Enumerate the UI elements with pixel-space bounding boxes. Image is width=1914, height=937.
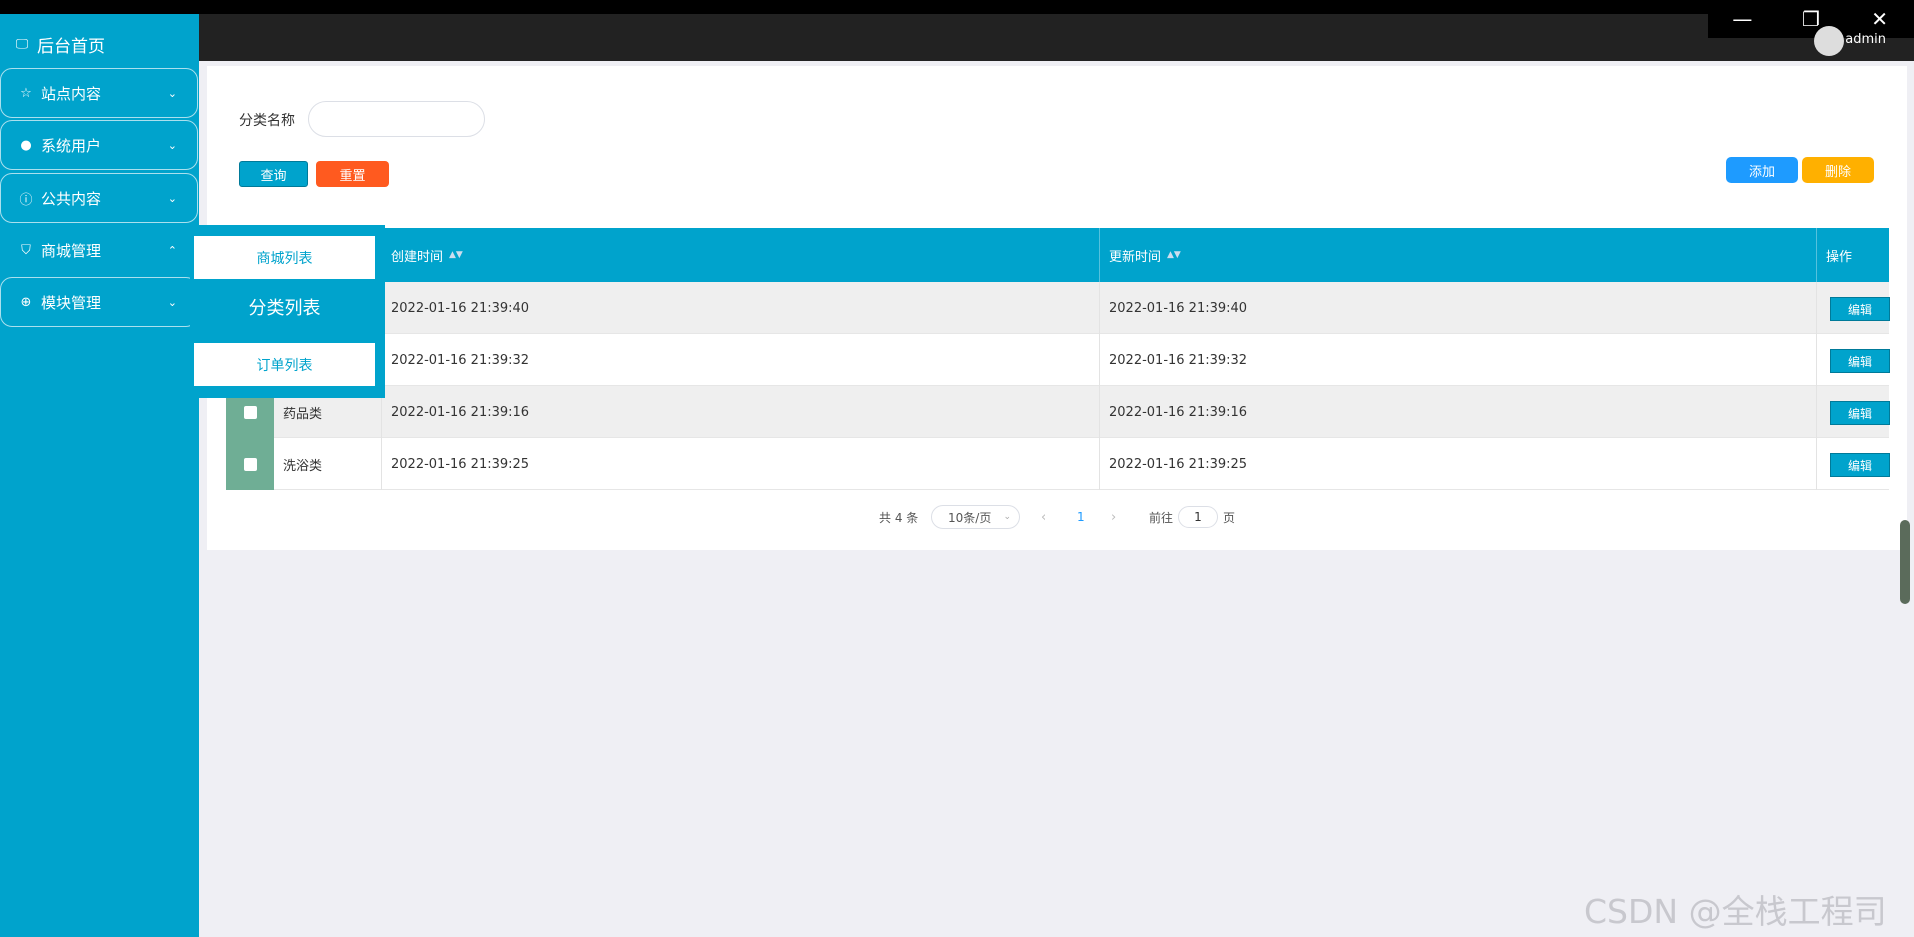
table-header: 创建时间 ▲▼ 更新时间 ▲▼ 操作	[226, 228, 1889, 282]
sidebar-item-label: 系统用户	[41, 136, 102, 155]
query-button[interactable]: 查询	[239, 161, 308, 187]
scrollbar-thumb[interactable]	[1900, 520, 1910, 604]
submenu-item-category-list[interactable]: 分类列表	[194, 287, 375, 327]
sidebar-item-label: 公共内容	[41, 189, 102, 208]
bag-icon: ⛉	[21, 242, 31, 258]
row-checkbox[interactable]	[243, 457, 257, 471]
pagination-total: 共 4 条	[879, 510, 919, 525]
category-name-input[interactable]	[308, 101, 485, 137]
updated-cell: 2022-01-16 21:39:32	[1100, 334, 1817, 386]
header-updated[interactable]: 更新时间 ▲▼	[1100, 228, 1817, 282]
minimize-icon[interactable]: —	[1708, 0, 1777, 38]
chevron-down-icon: ⌄	[167, 191, 177, 205]
submenu-item-mall-list[interactable]: 商城列表	[194, 236, 375, 279]
chevron-down-icon: ⌄	[167, 295, 177, 309]
edit-button[interactable]: 编辑	[1830, 401, 1890, 425]
chevron-down-icon: ⌄	[167, 138, 177, 152]
monitor-icon: 🖵	[15, 37, 29, 52]
header-action-label: 操作	[1826, 249, 1853, 265]
goto-label: 前往	[1149, 510, 1174, 525]
row-checkbox[interactable]	[243, 405, 257, 419]
plus-circle-icon: ⊕	[20, 294, 32, 310]
edit-button[interactable]: 编辑	[1830, 297, 1890, 321]
table-row: 2022-01-16 21:39:32 2022-01-16 21:39:32 …	[226, 334, 1890, 386]
username[interactable]: admin	[1845, 32, 1886, 47]
prev-page-icon[interactable]: ‹	[1041, 506, 1046, 528]
page-size-label: 10条/页	[948, 510, 992, 525]
add-button[interactable]: 添加	[1726, 157, 1798, 183]
page-number-current[interactable]: 1	[1077, 506, 1085, 528]
sidebar: 🖵 后台首页 ☆ 站点内容 ⌄ ● 系统用户 ⌄ ⓘ 公共内容 ⌄ ⛉ 商城管理…	[0, 14, 199, 937]
sidebar-item-label: 模块管理	[41, 293, 102, 312]
top-strip	[0, 0, 1914, 14]
sidebar-item-public-content[interactable]: ⓘ 公共内容 ⌄	[0, 173, 198, 223]
sort-icon[interactable]: ▲▼	[449, 250, 463, 260]
search-label: 分类名称	[239, 113, 295, 129]
page-size-select[interactable]: 10条/页 ⌄	[931, 505, 1020, 529]
submenu-item-order-list[interactable]: 订单列表	[194, 343, 375, 386]
row-checkbox-cell	[226, 438, 274, 490]
star-icon: ☆	[20, 85, 32, 101]
sidebar-home-label: 后台首页	[37, 37, 105, 57]
sidebar-item-site-content[interactable]: ☆ 站点内容 ⌄	[0, 68, 198, 118]
header-created[interactable]: 创建时间 ▲▼	[382, 228, 1100, 282]
sidebar-item-label: 商城管理	[41, 241, 102, 260]
chevron-up-icon: ⌃	[167, 243, 177, 257]
sidebar-item-mall[interactable]: ⛉ 商城管理 ⌃	[0, 225, 198, 275]
mall-submenu: 商城列表 分类列表 订单列表	[190, 225, 385, 398]
edit-button[interactable]: 编辑	[1830, 349, 1890, 373]
chevron-down-icon: ⌄	[167, 86, 177, 100]
info-icon: ⓘ	[19, 192, 33, 208]
created-cell: 2022-01-16 21:39:25	[382, 438, 1100, 490]
updated-cell: 2022-01-16 21:39:40	[1100, 282, 1817, 334]
updated-cell: 2022-01-16 21:39:25	[1100, 438, 1817, 490]
goto-page-input[interactable]: 1	[1178, 506, 1218, 528]
sidebar-item-system-users[interactable]: ● 系统用户 ⌄	[0, 120, 198, 170]
header-action: 操作	[1817, 228, 1889, 282]
delete-button[interactable]: 删除	[1802, 157, 1874, 183]
top-header	[199, 14, 1914, 61]
created-cell: 2022-01-16 21:39:16	[382, 386, 1100, 438]
created-cell: 2022-01-16 21:39:40	[382, 282, 1100, 334]
sidebar-item-modules[interactable]: ⊕ 模块管理 ⌄	[0, 277, 198, 327]
created-cell: 2022-01-16 21:39:32	[382, 334, 1100, 386]
table-row: 2022-01-16 21:39:40 2022-01-16 21:39:40 …	[226, 282, 1890, 334]
avatar[interactable]	[1814, 26, 1844, 56]
edit-button[interactable]: 编辑	[1830, 453, 1890, 477]
sort-icon[interactable]: ▲▼	[1167, 250, 1181, 260]
table-row: 药品类 2022-01-16 21:39:16 2022-01-16 21:39…	[226, 386, 1890, 438]
header-created-label: 创建时间	[391, 249, 444, 265]
sidebar-item-label: 站点内容	[41, 84, 102, 103]
next-page-icon[interactable]: ›	[1111, 506, 1116, 528]
name-cell: 洗浴类	[274, 438, 382, 490]
page-unit-label: 页	[1223, 510, 1236, 525]
table-row: 洗浴类 2022-01-16 21:39:25 2022-01-16 21:39…	[226, 438, 1890, 490]
chevron-down-icon: ⌄	[1003, 512, 1011, 522]
user-icon: ●	[20, 137, 32, 153]
header-updated-label: 更新时间	[1109, 249, 1162, 265]
updated-cell: 2022-01-16 21:39:16	[1100, 386, 1817, 438]
reset-button[interactable]: 重置	[316, 161, 389, 187]
sidebar-home[interactable]: 🖵 后台首页	[15, 32, 105, 57]
watermark: CSDN @全栈工程司	[1584, 892, 1887, 931]
